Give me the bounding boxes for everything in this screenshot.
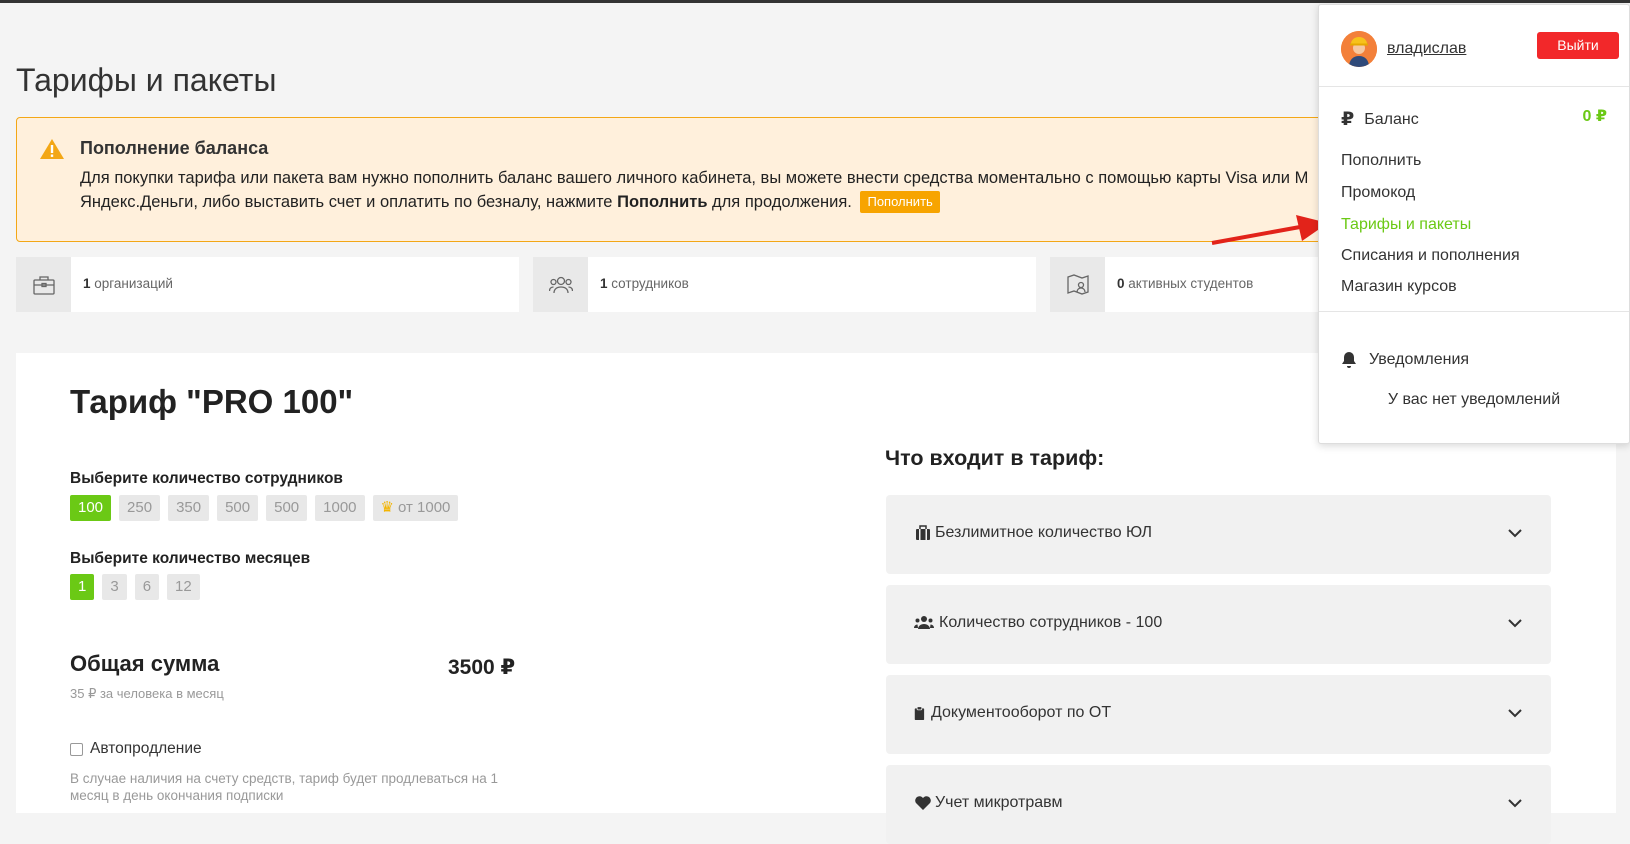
months-label: Выберите количество месяцев [70,550,311,567]
page-title: Тарифы и пакеты [16,62,277,98]
username-link[interactable]: владислав [1387,40,1466,58]
autorenew-checkbox[interactable] [70,742,83,756]
heart-icon [915,796,931,810]
map-student-icon [1050,257,1105,312]
employees-option-350[interactable]: 350 [168,495,210,521]
employees-label: Выберите количество сотрудников [70,470,343,487]
alert-title: Пополнение баланса [80,138,269,158]
menu-item-course-shop[interactable]: Магазин курсов [1341,278,1457,296]
includes-title: Что входит в тариф: [885,446,1105,470]
alert-text: Для покупки тарифа или пакета вам нужно … [80,166,1500,214]
menu-item-promocode[interactable]: Промокод [1341,184,1415,202]
annotation-arrow [1211,215,1328,245]
includes-item-label: Количество сотрудников - 100 [939,614,1163,631]
includes-item-documents[interactable]: Документооборот по ОТ [886,675,1551,754]
autorenew-note: В случае наличия на счету средств, тариф… [70,771,498,803]
notifications-header: Уведомления [1341,351,1469,369]
briefcase-icon [16,257,71,312]
stat-employees: 1 сотрудников [600,276,689,291]
users-icon [914,616,934,629]
ruble-icon: ₽ [1341,109,1355,130]
alert-text-line2: Яндекс.Деньги, либо выставить счет и опл… [80,193,618,211]
employees-option-premium[interactable]: ♛ от 1000 [372,495,459,521]
alert-text-after: для продолжения. [707,193,852,211]
topup-button[interactable]: Пополнить [860,191,940,213]
alert-text-bold: Пополнить [617,193,708,211]
user-menu-dropdown: владислав Выйти ₽ Баланс 0 ₽ Пополнить П… [1318,4,1630,444]
balance-value: 0 ₽ [1582,108,1607,125]
balance-label: Баланс [1364,110,1419,128]
employees-option-250[interactable]: 250 [119,495,161,521]
chevron-down-icon[interactable] [1507,525,1523,541]
warning-icon [40,139,64,159]
menu-item-transactions[interactable]: Списания и пополнения [1341,247,1520,265]
stat-organizations: 1 организаций [83,276,173,291]
employees-option-1000[interactable]: 1000 [315,495,365,521]
months-option-12[interactable]: 12 [167,574,200,600]
includes-item-legal-entities[interactable]: Безлимитное количество ЮЛ [886,495,1551,574]
employees-option-500b[interactable]: 500 [266,495,308,521]
tariff-title: Тариф "PRO 100" [70,383,354,420]
balance-row: ₽ Баланс [1341,108,1419,131]
menu-item-topup[interactable]: Пополнить [1341,152,1421,170]
months-options: 1 3 6 12 [70,574,200,600]
stat-card-organizations: 1 организаций [16,257,519,312]
autorenew-toggle[interactable]: Автопродление [70,740,202,758]
includes-item-label: Безлимитное количество ЮЛ [935,524,1152,541]
employees-option-500[interactable]: 500 [217,495,259,521]
months-option-1[interactable]: 1 [70,574,95,600]
menu-item-tariffs[interactable]: Тарифы и пакеты [1341,216,1471,234]
employees-option-100[interactable]: 100 [70,495,112,521]
chevron-down-icon[interactable] [1507,795,1523,811]
includes-item-employees[interactable]: Количество сотрудников - 100 [886,585,1551,664]
autorenew-label: Автопродление [90,740,202,757]
employees-options: 100 250 350 500 500 1000 ♛ от 1000 [70,495,459,521]
crown-icon: ♛ [380,499,394,516]
alert-text-line1: Для покупки тарифа или пакета вам нужно … [80,169,1309,187]
stat-card-students: 0 активных студентов [1050,257,1318,312]
logout-button[interactable]: Выйти [1537,32,1619,59]
suitcase-icon [916,525,930,540]
includes-item-label: Учет микротравм [935,794,1063,811]
clipboard-icon [914,706,925,720]
total-label: Общая сумма [70,651,220,676]
months-option-6[interactable]: 6 [134,574,160,600]
premium-label: от 1000 [397,499,451,516]
bell-icon [1342,352,1356,368]
months-option-3[interactable]: 3 [102,574,127,600]
total-per-person: 35 ₽ за человека в месяц [70,686,224,701]
total-value: 3500 ₽ [448,656,516,679]
users-icon [533,257,588,312]
divider [1319,86,1629,87]
includes-item-label: Документооборот по ОТ [931,704,1112,721]
stat-card-employees: 1 сотрудников [533,257,1036,312]
divider [1319,311,1629,312]
top-border [0,0,1630,3]
avatar[interactable] [1341,31,1377,67]
stat-students: 0 активных студентов [1117,276,1254,291]
includes-item-microtrauma[interactable]: Учет микротравм [886,765,1551,844]
chevron-down-icon[interactable] [1507,615,1523,631]
notifications-empty: У вас нет уведомлений [1387,391,1561,408]
notifications-label: Уведомления [1369,351,1470,368]
chevron-down-icon[interactable] [1507,705,1523,721]
